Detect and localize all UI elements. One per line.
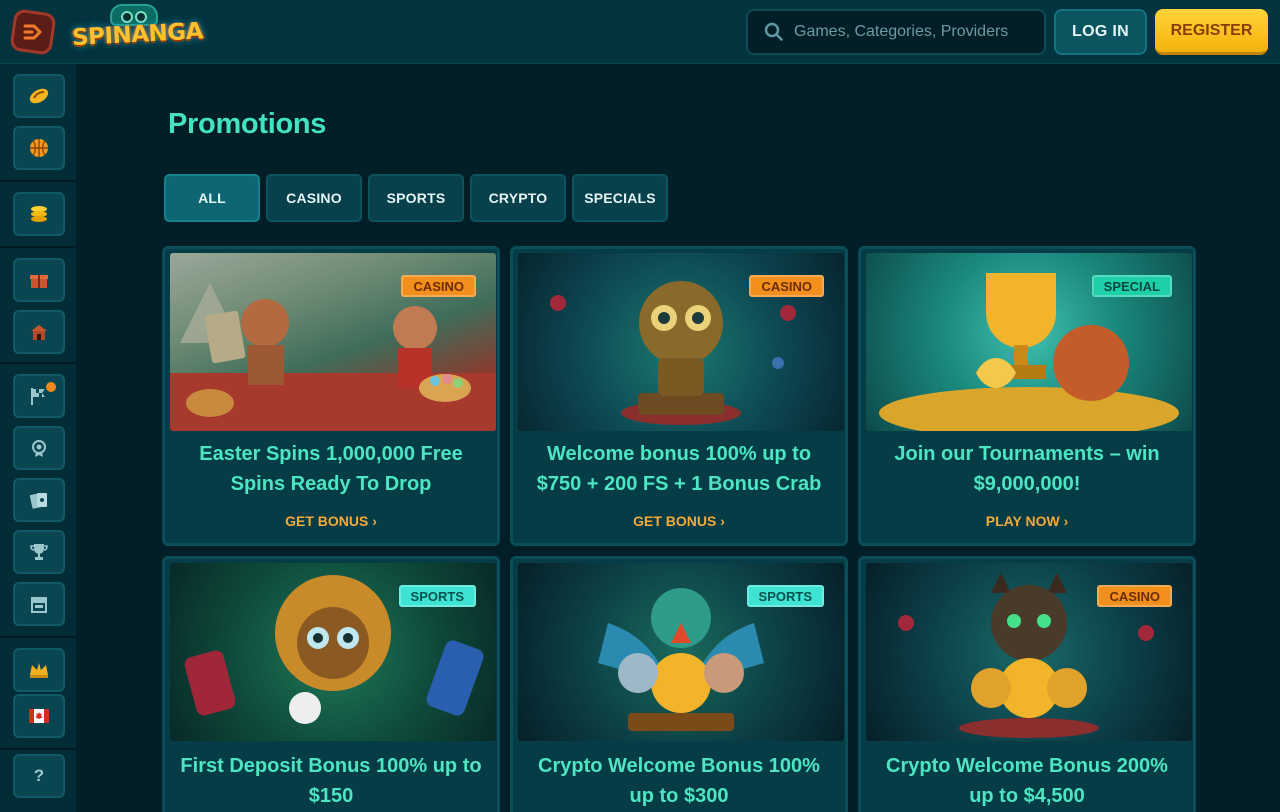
promo-banner-image: SPORTS bbox=[170, 563, 496, 741]
sidebar-item-shop[interactable] bbox=[13, 582, 65, 626]
sidebar-item-crypto[interactable] bbox=[13, 192, 65, 236]
promo-banner-image: CASINO bbox=[518, 253, 844, 431]
basketball-icon bbox=[30, 139, 48, 157]
category-badge: CASINO bbox=[749, 275, 824, 297]
shop-icon bbox=[31, 597, 47, 613]
get-bonus-link[interactable]: GET BONUS › bbox=[513, 513, 845, 529]
category-badge: SPECIAL bbox=[1091, 275, 1172, 297]
promo-card[interactable]: CASINO Welcome bonus 100% up to $750 + 2… bbox=[510, 246, 848, 546]
cta-label: PLAY NOW bbox=[985, 513, 1060, 529]
promo-banner-image: SPECIAL bbox=[866, 253, 1192, 431]
casino-chip-icon bbox=[29, 88, 49, 104]
sidebar-item-live-casino[interactable] bbox=[13, 478, 65, 522]
cta-label: GET BONUS bbox=[285, 513, 369, 529]
promo-title: Easter Spins 1,000,000 Free Spins Ready … bbox=[199, 443, 463, 495]
tab-casino[interactable]: CASINO bbox=[266, 174, 362, 222]
promo-title: Crypto Welcome Bonus 200% up to $4,500 bbox=[886, 755, 1168, 807]
tab-all[interactable]: ALL bbox=[164, 174, 260, 222]
gold-coin-stack-icon bbox=[31, 206, 47, 222]
trophy-icon bbox=[30, 544, 48, 560]
sidebar-divider bbox=[0, 362, 76, 364]
login-button[interactable]: LOG IN bbox=[1054, 9, 1147, 55]
promo-title: Crypto Welcome Bonus 100% up to $300 bbox=[538, 755, 820, 807]
sidebar-item-casino[interactable] bbox=[13, 74, 65, 118]
category-badge: CASINO bbox=[1097, 585, 1172, 607]
menu-arrow-icon bbox=[23, 24, 42, 40]
promo-card[interactable]: CASINO Crypto Welcome Bonus 200% up to $… bbox=[858, 556, 1196, 812]
tab-specials[interactable]: SPECIALS bbox=[572, 174, 668, 222]
play-now-link[interactable]: PLAY NOW › bbox=[861, 513, 1193, 529]
sidebar-item-races[interactable] bbox=[13, 374, 65, 418]
category-badge: SPORTS bbox=[398, 585, 476, 607]
tab-crypto[interactable]: CRYPTO bbox=[470, 174, 566, 222]
chevron-right-icon: › bbox=[1063, 513, 1069, 529]
brand-logo[interactable]: SPINANGA bbox=[71, 4, 204, 60]
promo-card[interactable]: SPECIAL Join our Tournaments – win $9,00… bbox=[858, 246, 1196, 546]
top-header: SPINANGA LOG IN REGISTER bbox=[0, 0, 1280, 64]
menu-toggle-button[interactable] bbox=[9, 8, 57, 56]
category-badge: SPORTS bbox=[746, 585, 824, 607]
medal-icon bbox=[32, 440, 46, 457]
crown-icon bbox=[30, 663, 48, 678]
chevron-right-icon: › bbox=[720, 513, 725, 529]
sidebar-item-promotions[interactable] bbox=[13, 258, 65, 302]
sidebar-item-vip[interactable] bbox=[13, 648, 65, 692]
promo-title: First Deposit Bonus 100% up to $150 bbox=[180, 755, 482, 807]
category-badge: CASINO bbox=[401, 275, 476, 297]
promo-banner-image: SPORTS bbox=[518, 563, 844, 741]
sidebar-divider bbox=[0, 246, 76, 248]
promo-card[interactable]: SPORTS Crypto Welcome Bonus 100% up to $… bbox=[510, 556, 848, 812]
sidebar-item-sports[interactable] bbox=[13, 126, 65, 170]
chevron-right-icon: › bbox=[372, 513, 377, 529]
get-bonus-link[interactable]: GET BONUS › bbox=[165, 513, 497, 529]
sidebar-item-rewards[interactable] bbox=[13, 426, 65, 470]
page-title: Promotions bbox=[168, 108, 327, 140]
help-button[interactable]: ? bbox=[13, 754, 65, 798]
help-icon: ? bbox=[33, 766, 45, 785]
notification-dot bbox=[44, 380, 58, 394]
sidebar-divider bbox=[0, 748, 76, 750]
left-sidebar: ? bbox=[0, 64, 76, 812]
search-icon bbox=[764, 22, 783, 41]
promo-card[interactable]: CASINO Easter Spins 1,000,000 Free Spins… bbox=[162, 246, 500, 546]
promo-title: Welcome bonus 100% up to $750 + 200 FS +… bbox=[536, 443, 822, 495]
sidebar-item-tournaments[interactable] bbox=[13, 530, 65, 574]
cta-label: GET BONUS bbox=[633, 513, 717, 529]
promo-banner-image: CASINO bbox=[866, 563, 1192, 741]
cards-icon bbox=[29, 493, 47, 509]
tab-sports[interactable]: SPORTS bbox=[368, 174, 464, 222]
language-selector[interactable] bbox=[13, 694, 65, 738]
search-box[interactable] bbox=[746, 9, 1046, 55]
sidebar-divider bbox=[0, 180, 76, 182]
search-input[interactable] bbox=[794, 23, 1034, 41]
promo-banner-image: CASINO bbox=[170, 253, 496, 431]
gift-icon bbox=[30, 275, 48, 288]
sidebar-item-home[interactable] bbox=[13, 310, 65, 354]
sidebar-divider bbox=[0, 636, 76, 638]
promo-card[interactable]: SPORTS First Deposit Bonus 100% up to $1… bbox=[162, 556, 500, 812]
canada-flag-icon bbox=[29, 709, 49, 723]
brand-logo-text: SPINANGA bbox=[71, 18, 204, 52]
register-button[interactable]: REGISTER bbox=[1155, 9, 1268, 55]
temple-icon bbox=[31, 325, 47, 340]
promo-title: Join our Tournaments – win $9,000,000! bbox=[894, 443, 1160, 495]
